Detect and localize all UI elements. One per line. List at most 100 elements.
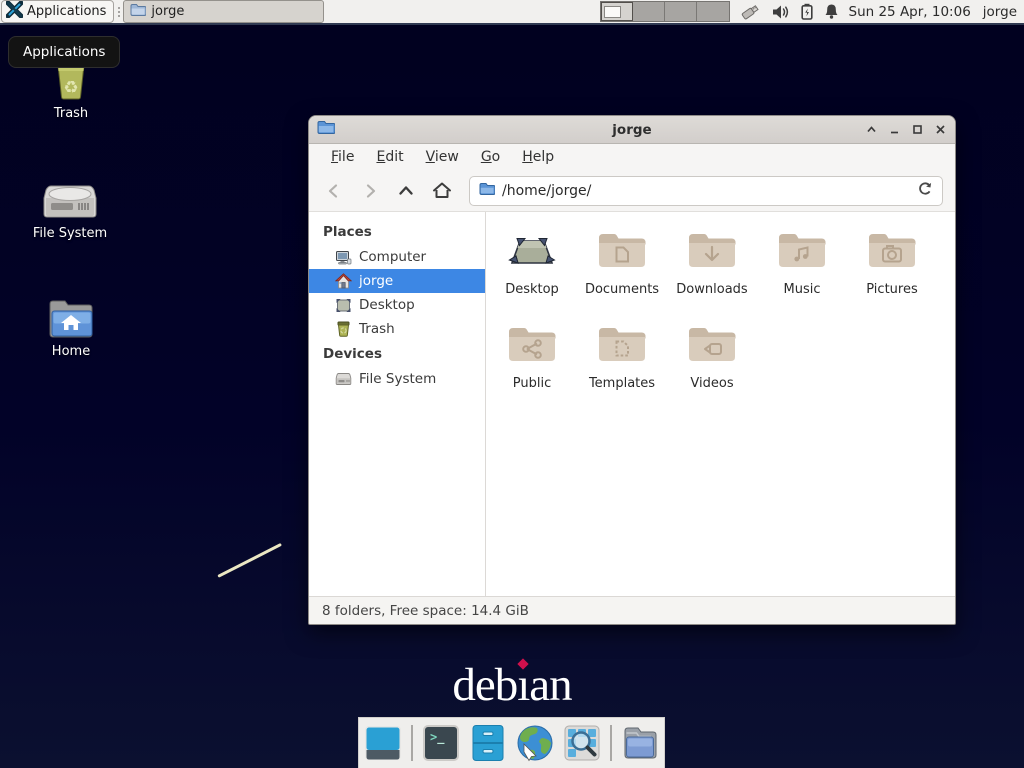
forward-button[interactable] <box>353 175 387 207</box>
shade-button[interactable] <box>864 123 878 137</box>
menu-file[interactable]: File <box>321 146 364 168</box>
desktop-icon-file-system[interactable]: File System <box>22 172 118 241</box>
file-view[interactable]: Desktop Documents <box>486 212 955 596</box>
file-item-label: Downloads <box>676 282 747 297</box>
xfce-menu-icon <box>6 1 23 22</box>
sidebar-item-trash[interactable]: Trash <box>309 317 485 341</box>
path-folder-icon <box>479 181 495 200</box>
desktop-place-icon <box>335 298 352 313</box>
recycle-symbol: ♻ <box>63 78 78 98</box>
file-cabinet-icon <box>471 724 505 762</box>
sidebar-item-label: jorge <box>359 273 393 289</box>
path-bar[interactable]: /home/jorge/ <box>469 176 943 206</box>
terminal-launcher[interactable]: >_ <box>422 724 460 762</box>
debian-wordmark: debıan <box>0 658 1024 712</box>
battery-icon[interactable] <box>801 3 813 20</box>
show-desktop-button[interactable] <box>364 724 402 762</box>
web-browser-launcher[interactable] <box>516 724 554 762</box>
taskbar-window-button[interactable]: jorge <box>123 0 324 23</box>
desktop-icon-label: Home <box>52 344 90 359</box>
applications-menu-label: Applications <box>27 4 106 19</box>
notifications-icon[interactable] <box>824 3 839 20</box>
file-item-label: Music <box>784 282 821 297</box>
panel-handle[interactable] <box>114 0 123 23</box>
file-item-label: Public <box>513 376 551 391</box>
titlebar[interactable]: jorge <box>309 116 955 144</box>
up-button[interactable] <box>389 175 423 207</box>
file-item-documents[interactable]: Documents <box>577 224 667 318</box>
sidebar-item-computer[interactable]: Computer <box>309 245 485 269</box>
workspace-pager[interactable] <box>600 1 730 22</box>
menu-help[interactable]: Help <box>512 146 564 168</box>
file-item-videos[interactable]: Videos <box>667 318 757 412</box>
statusbar: 8 folders, Free space: 14.4 GiB <box>309 596 955 624</box>
folder-downloads-icon <box>686 224 738 280</box>
sidebar: Places Computer jorge <box>309 212 486 596</box>
menu-go[interactable]: Go <box>471 146 510 168</box>
system-tray <box>739 3 839 21</box>
applications-menu-button[interactable]: Applications <box>1 0 114 23</box>
directory-menu-launcher[interactable] <box>621 724 659 762</box>
hard-drive-icon <box>42 172 98 222</box>
file-item-music[interactable]: Music <box>757 224 847 318</box>
sidebar-item-label: Desktop <box>359 297 415 313</box>
workspace-4[interactable] <box>697 2 729 21</box>
home-button[interactable] <box>425 175 459 207</box>
desktop-icon-label: Trash <box>54 106 88 121</box>
taskbar-window-label: jorge <box>151 4 184 19</box>
workspace-1[interactable] <box>601 2 633 21</box>
terminal-icon: >_ <box>423 725 459 761</box>
globe-icon <box>516 724 554 762</box>
panel-clock[interactable]: Sun 25 Apr, 10:06 <box>849 4 971 20</box>
sidebar-header-places: Places <box>309 219 485 245</box>
file-cabinet-launcher[interactable] <box>469 724 507 762</box>
dock-separator <box>610 725 612 761</box>
computer-icon <box>335 250 352 265</box>
minimize-button[interactable] <box>887 123 901 137</box>
desktop-icon-label: File System <box>33 226 107 241</box>
sidebar-item-label: Trash <box>359 321 395 337</box>
file-item-label: Templates <box>589 376 655 391</box>
removable-media-icon[interactable] <box>739 3 761 21</box>
sidebar-item-desktop[interactable]: Desktop <box>309 293 485 317</box>
folder-documents-icon <box>596 224 648 280</box>
directory-folder-icon <box>621 725 659 761</box>
folder-public-icon <box>506 318 558 374</box>
sidebar-header-devices: Devices <box>309 341 485 367</box>
folder-videos-icon <box>686 318 738 374</box>
menu-edit[interactable]: Edit <box>366 146 413 168</box>
desktop-trapezoid-icon <box>505 224 559 280</box>
back-button[interactable] <box>317 175 351 207</box>
app-finder-launcher[interactable] <box>563 724 601 762</box>
maximize-button[interactable] <box>910 123 924 137</box>
sidebar-item-jorge[interactable]: jorge <box>309 269 485 293</box>
trash-place-icon <box>335 321 352 337</box>
sidebar-item-label: Computer <box>359 249 426 265</box>
desktop-stray-line <box>217 543 282 578</box>
sidebar-item-label: File System <box>359 371 436 387</box>
toolbar: /home/jorge/ <box>309 170 955 212</box>
desktop-icon-home[interactable]: Home <box>23 290 119 359</box>
menu-view[interactable]: View <box>416 146 469 168</box>
top-panel: Applications jorge <box>0 0 1024 25</box>
file-item-pictures[interactable]: Pictures <box>847 224 937 318</box>
path-text[interactable]: /home/jorge/ <box>502 183 910 199</box>
reload-icon[interactable] <box>917 181 933 201</box>
file-item-templates[interactable]: Templates <box>577 318 667 412</box>
panel-username[interactable]: jorge <box>983 4 1017 20</box>
volume-icon[interactable] <box>772 4 790 20</box>
workspace-2[interactable] <box>633 2 665 21</box>
folder-music-icon <box>776 224 828 280</box>
file-item-desktop[interactable]: Desktop <box>487 224 577 318</box>
close-button[interactable] <box>933 123 947 137</box>
workspace-3[interactable] <box>665 2 697 21</box>
sidebar-item-file-system[interactable]: File System <box>309 367 485 391</box>
debian-i-dot: ı <box>517 659 529 711</box>
file-item-label: Pictures <box>866 282 917 297</box>
file-item-downloads[interactable]: Downloads <box>667 224 757 318</box>
file-item-public[interactable]: Public <box>487 318 577 412</box>
folder-pictures-icon <box>866 224 918 280</box>
folder-icon <box>130 3 146 21</box>
dock-separator <box>411 725 413 761</box>
dock-panel: >_ <box>358 717 665 768</box>
